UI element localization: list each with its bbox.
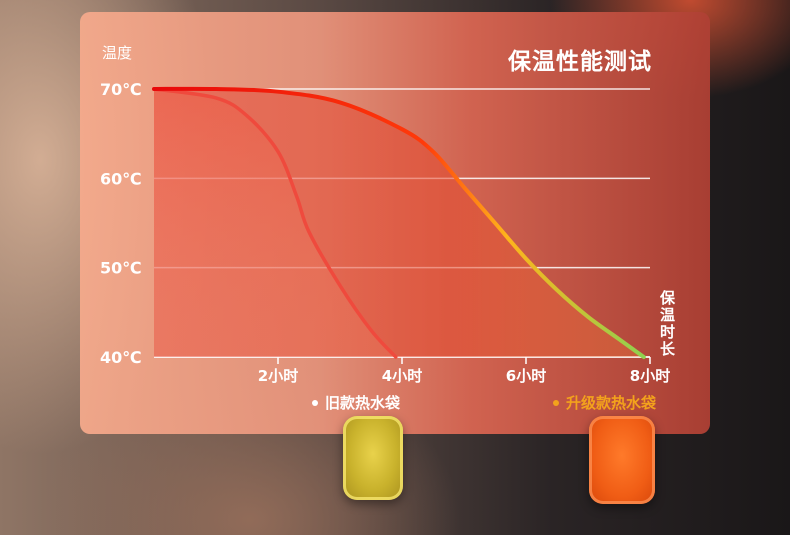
legend-item-old: 旧款热水袋 bbox=[312, 392, 400, 413]
legend-item-new: 升级款热水袋 bbox=[553, 392, 656, 413]
y-tick-label: 50℃ bbox=[100, 259, 142, 278]
legend-dot-new bbox=[553, 399, 559, 406]
y-tick-label: 60℃ bbox=[100, 169, 142, 188]
product-scene: 保温性能测试 温度 保温时长 40℃ 50℃ 60℃ 70℃ 2小时 4小时 6小时 8小时 … bbox=[0, 0, 790, 535]
line-chart: 40℃ 50℃ 60℃ 70℃ 2小时 4小时 6小时 8小时 bbox=[100, 80, 670, 385]
old-hot-water-bag-image bbox=[343, 416, 403, 500]
x-tick-label: 4小时 bbox=[382, 367, 422, 385]
legend-dot-old bbox=[312, 399, 318, 406]
y-tick-label: 70℃ bbox=[100, 80, 142, 99]
y-tick-label: 40℃ bbox=[100, 348, 142, 367]
legend-label-old: 旧款热水袋 bbox=[325, 394, 401, 412]
x-tick-label: 6小时 bbox=[506, 367, 546, 385]
upgraded-hot-water-bag-image bbox=[589, 416, 655, 504]
x-tick-label: 8小时 bbox=[630, 367, 670, 385]
chart-panel: 保温性能测试 温度 保温时长 40℃ 50℃ 60℃ 70℃ 2小时 4小时 6小时 8小时 … bbox=[80, 12, 710, 434]
x-tick-label: 2小时 bbox=[258, 367, 298, 385]
legend-label-new: 升级款热水袋 bbox=[566, 394, 657, 412]
